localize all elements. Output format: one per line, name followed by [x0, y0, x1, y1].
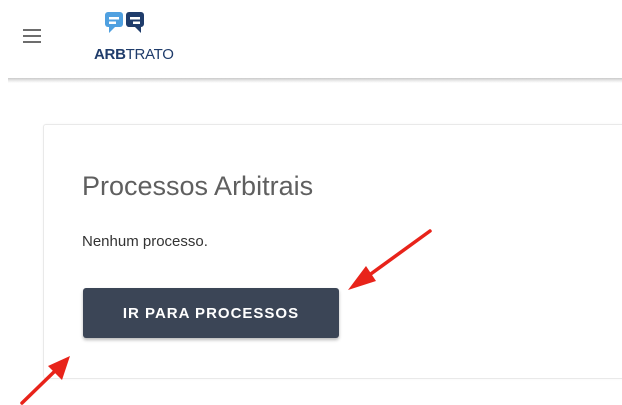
arbtrato-logo[interactable]: ARBTRATO [94, 8, 204, 68]
app-bar-shadow [8, 78, 622, 83]
logo-wordmark-light: TRATO [125, 46, 174, 63]
logo-wordmark: ARBTRATO [94, 46, 174, 63]
go-to-processes-button[interactable]: IR PARA PROCESSOS [83, 288, 339, 338]
speech-bubbles-logo-icon [105, 12, 144, 33]
empty-state-message: Nenhum processo. [82, 233, 208, 250]
hamburger-menu-icon[interactable] [20, 26, 44, 46]
top-app-bar: ARBTRATO [0, 0, 622, 78]
processes-card: Processos Arbitrais Nenhum processo. IR … [43, 124, 622, 379]
logo-wordmark-bold: ARB [94, 46, 126, 63]
card-title: Processos Arbitrais [82, 171, 314, 201]
